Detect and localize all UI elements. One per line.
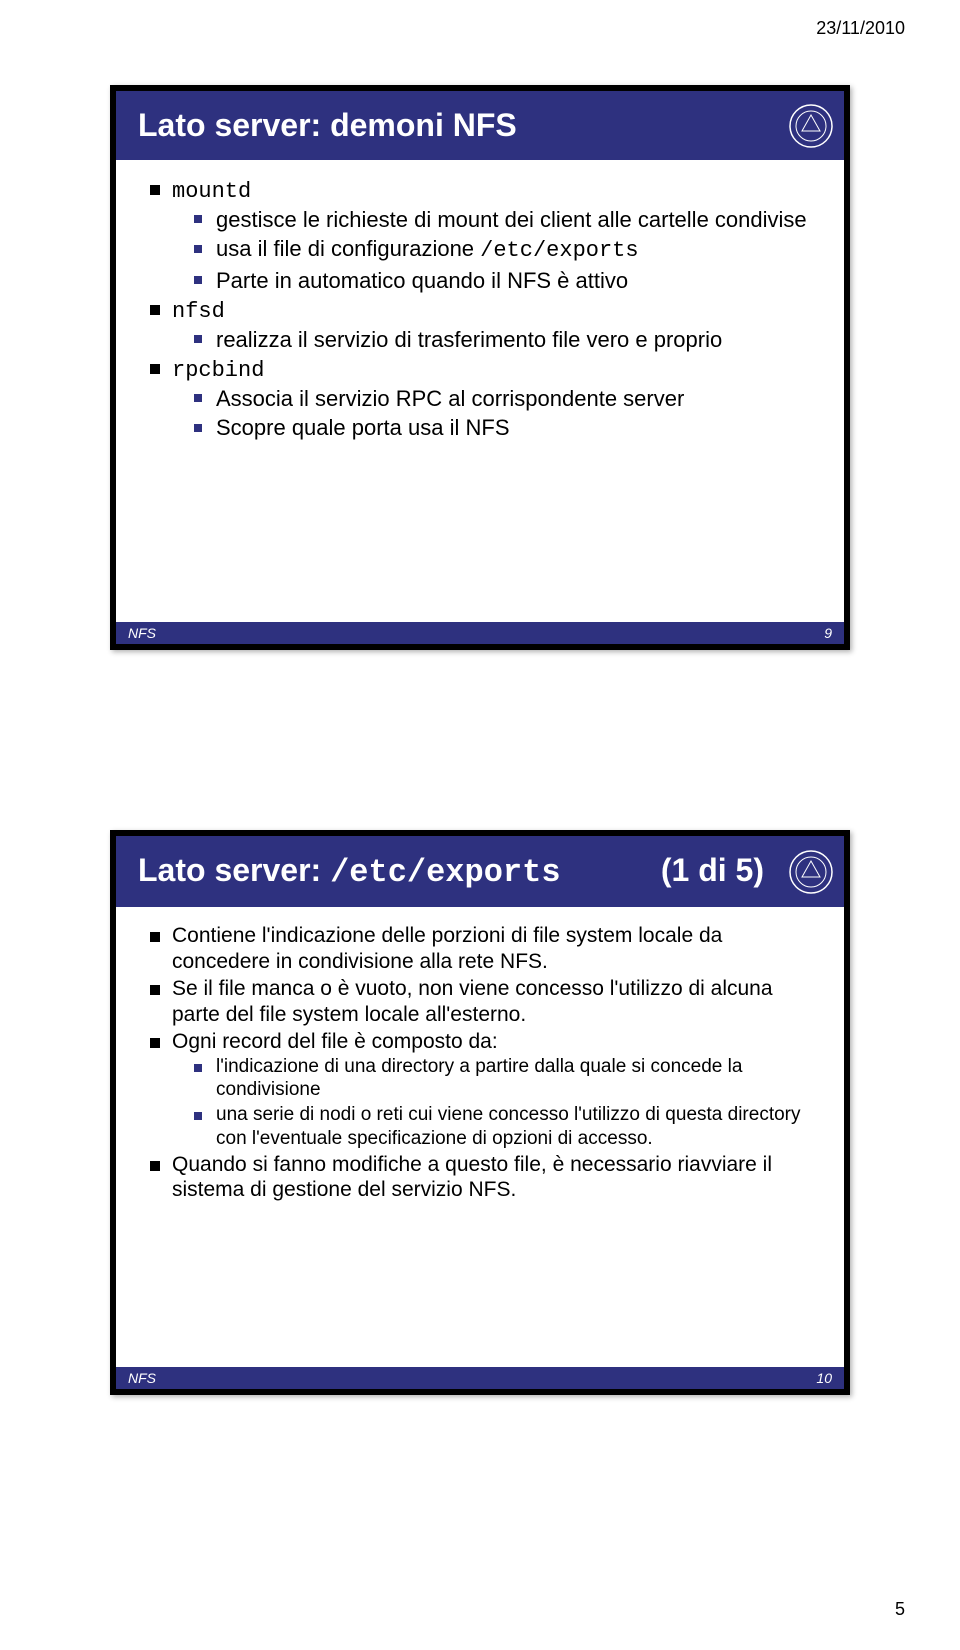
list-item: realizza il servizio di trasferimento fi…: [194, 326, 818, 354]
slide-2-title-a: Lato server:: [138, 852, 330, 888]
page-date: 23/11/2010: [816, 18, 905, 39]
list-item: usa il file di configurazione /etc/expor…: [194, 235, 818, 265]
slide-2-part: (1 di 5): [661, 852, 764, 889]
list-item: Se il file manca o è vuoto, non viene co…: [150, 976, 818, 1027]
list-item: nfsd realizza il servizio di trasferimen…: [150, 296, 818, 353]
text: usa il file di configurazione: [216, 236, 480, 261]
code-text: mountd: [172, 179, 251, 204]
list-item: Scopre quale porta usa il NFS: [194, 414, 818, 442]
university-seal-icon: [788, 849, 834, 895]
code-text: nfsd: [172, 299, 225, 324]
list-item: Quando si fanno modifiche a questo file,…: [150, 1152, 818, 1203]
list-item: Contiene l'indicazione delle porzioni di…: [150, 923, 818, 974]
footer-label: NFS: [128, 1370, 156, 1386]
slide-2: Lato server: /etc/exports (1 di 5) Conti…: [110, 830, 850, 1395]
page-number: 5: [895, 1599, 905, 1620]
list-item: Ogni record del file è composto da: l'in…: [150, 1029, 818, 1149]
footer-label: NFS: [128, 625, 156, 641]
slide-2-title-b: /etc/exports: [330, 854, 560, 891]
slide-1-footer: NFS 9: [116, 622, 844, 644]
university-seal-icon: [788, 103, 834, 149]
list-item: l'indicazione di una directory a partire…: [194, 1055, 818, 1101]
list-item: una serie di nodi o reti cui viene conce…: [194, 1103, 818, 1149]
slide-1: Lato server: demoni NFS mountd gestisce …: [110, 85, 850, 650]
code-text: rpcbind: [172, 358, 264, 383]
slide-2-body: Contiene l'indicazione delle porzioni di…: [116, 907, 844, 1215]
text: Ogni record del file è composto da:: [172, 1030, 498, 1053]
code-text: /etc/exports: [480, 238, 638, 263]
slide-1-header: Lato server: demoni NFS: [116, 91, 844, 160]
list-item: Associa il servizio RPC al corrispondent…: [194, 385, 818, 413]
slide-1-body: mountd gestisce le richieste di mount de…: [116, 160, 844, 454]
slide-2-footer: NFS 10: [116, 1367, 844, 1389]
slide-1-title: Lato server: demoni NFS: [138, 107, 517, 143]
list-item: mountd gestisce le richieste di mount de…: [150, 176, 818, 294]
footer-number: 10: [816, 1370, 832, 1386]
list-item: Parte in automatico quando il NFS è atti…: [194, 267, 818, 295]
footer-number: 9: [824, 625, 832, 641]
list-item: gestisce le richieste di mount dei clien…: [194, 206, 818, 234]
list-item: rpcbind Associa il servizio RPC al corri…: [150, 355, 818, 442]
slide-2-header: Lato server: /etc/exports (1 di 5): [116, 836, 844, 907]
